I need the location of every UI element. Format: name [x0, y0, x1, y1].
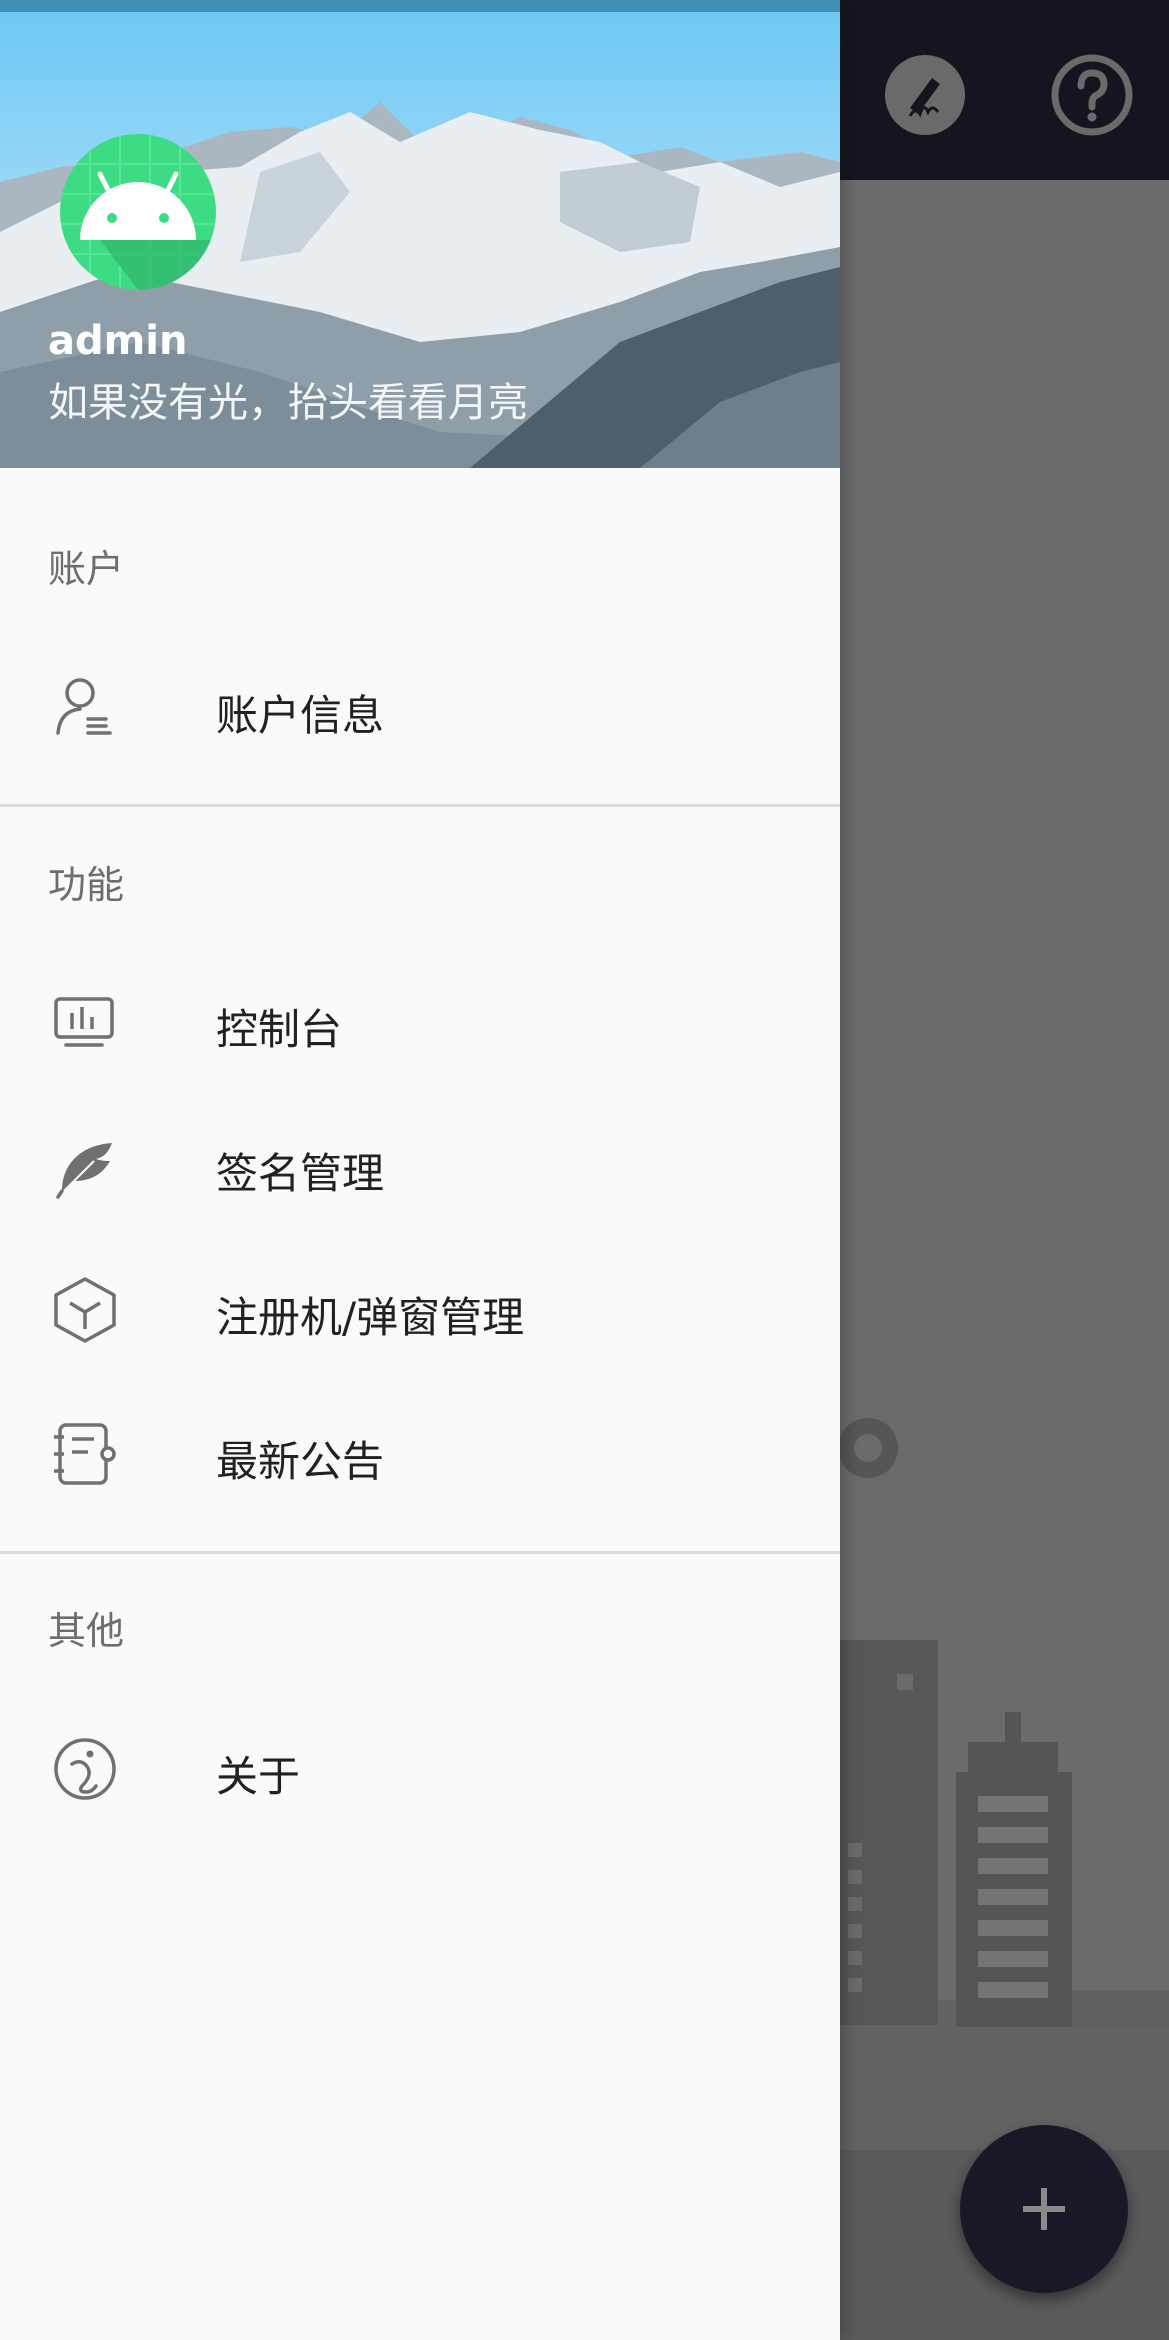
username: admin [48, 318, 188, 364]
menu-item-console[interactable]: 控制台 [0, 950, 840, 1094]
user-info-icon [56, 678, 112, 735]
drawer-header: admin 如果没有光，抬头看看月亮 [0, 12, 840, 468]
status-bar [0, 0, 840, 12]
menu-item-signature-management[interactable]: 签名管理 [0, 1094, 840, 1238]
user-motto: 如果没有光，抬头看看月亮 [48, 380, 528, 426]
box-icon [54, 1277, 116, 1343]
section-title-features: 功能 [48, 863, 125, 907]
info-icon [54, 1738, 116, 1800]
avatar[interactable] [60, 134, 216, 290]
menu-item-register-popup-management[interactable]: 注册机/弹窗管理 [0, 1238, 840, 1382]
menu-item-latest-notice[interactable]: 最新公告 [0, 1382, 840, 1526]
console-icon [54, 997, 114, 1047]
feather-icon [56, 1143, 112, 1199]
add-fab-button[interactable] [960, 2125, 1128, 2293]
signature-icon[interactable] [880, 50, 970, 140]
menu-item-label: 关于 [216, 1752, 301, 1801]
notice-icon [54, 1423, 116, 1485]
menu-item-label: 签名管理 [216, 1149, 385, 1198]
help-icon[interactable] [1047, 50, 1137, 140]
section-title-other: 其他 [48, 1609, 125, 1653]
menu-item-label: 注册机/弹窗管理 [216, 1293, 525, 1342]
menu-item-about[interactable]: 关于 [0, 1697, 840, 1841]
section-title-account: 账户 [48, 547, 125, 591]
menu-item-label: 账户信息 [216, 691, 385, 740]
menu-item-account-info[interactable]: 账户信息 [0, 636, 840, 780]
add-icon [1023, 2188, 1065, 2230]
menu-item-label: 最新公告 [216, 1437, 385, 1486]
divider [0, 1551, 840, 1554]
divider [0, 804, 840, 807]
navigation-drawer: admin 如果没有光，抬头看看月亮 账户 账户信息 功能 控制台 签名管理 注… [0, 0, 840, 2340]
menu-item-label: 控制台 [216, 1005, 343, 1054]
